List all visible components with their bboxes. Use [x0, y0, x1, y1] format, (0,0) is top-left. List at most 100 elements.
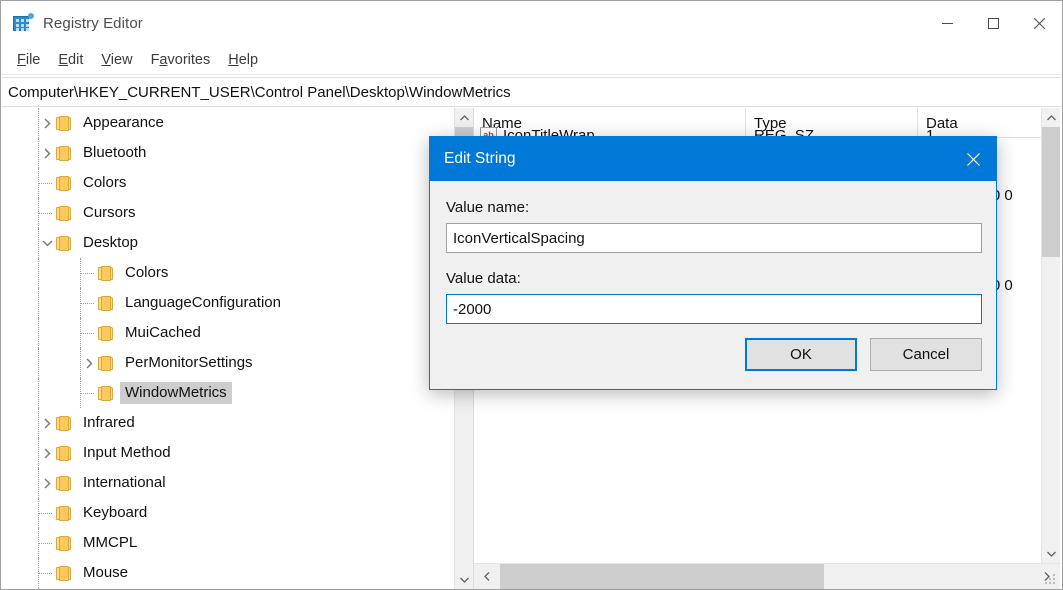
- title-bar: Registry Editor: [1, 1, 1062, 45]
- tree-item-windowmetrics[interactable]: WindowMetrics: [2, 378, 455, 408]
- cancel-button[interactable]: Cancel: [870, 338, 982, 371]
- tree-item-label: MuiCached: [125, 324, 201, 341]
- menu-file[interactable]: File: [8, 49, 49, 71]
- value-data-label: Value data:: [446, 270, 521, 287]
- registry-path: Computer\HKEY_CURRENT_USER\Control Panel…: [8, 83, 511, 101]
- folder-icon: [56, 445, 72, 461]
- tree-item-label: Bluetooth: [83, 144, 147, 161]
- dialog-body: Value name: IconVerticalSpacing Value da…: [430, 181, 996, 324]
- chevron-right-icon[interactable]: [38, 114, 56, 132]
- chevron-right-icon[interactable]: [80, 354, 98, 372]
- tree-item-infrared[interactable]: Infrared: [2, 408, 455, 438]
- menu-file-rest: ile: [25, 51, 41, 68]
- tree-item-label: MMCPL: [83, 534, 138, 551]
- chevron-right-icon[interactable]: [38, 444, 56, 462]
- value-name-label: Value name:: [446, 199, 530, 216]
- folder-icon: [56, 235, 72, 251]
- menu-bar: File Edit View Favorites Help: [1, 45, 1062, 75]
- folder-icon: [98, 295, 114, 311]
- close-button[interactable]: [1016, 1, 1062, 45]
- menu-edit-rest: dit: [68, 51, 84, 68]
- tree-item-appearance[interactable]: Appearance: [2, 108, 455, 138]
- tree-item-desktop[interactable]: Desktop: [2, 228, 455, 258]
- folder-icon: [56, 115, 72, 131]
- list-vertical-scrollbar[interactable]: [1041, 108, 1060, 563]
- folder-icon: [56, 415, 72, 431]
- address-bar[interactable]: Computer\HKEY_CURRENT_USER\Control Panel…: [2, 77, 1061, 107]
- registry-editor-window: Registry Editor File Edit View Favorites…: [0, 0, 1063, 590]
- menu-edit[interactable]: Edit: [49, 49, 92, 71]
- chevron-down-icon[interactable]: [38, 234, 56, 252]
- tree-item-international[interactable]: International: [2, 468, 455, 498]
- tree-guide-line: [38, 258, 39, 288]
- window-controls: [924, 1, 1062, 45]
- window-title: Registry Editor: [43, 14, 143, 32]
- folder-icon: [56, 205, 72, 221]
- folder-icon: [56, 535, 72, 551]
- tree-item-label: Infrared: [83, 414, 135, 431]
- tree-item-label: Keyboard: [83, 504, 148, 521]
- maximize-button[interactable]: [970, 1, 1016, 45]
- chevron-right-icon[interactable]: [38, 414, 56, 432]
- tree-item-label: Desktop: [83, 234, 139, 251]
- tree-item-permonitorsettings[interactable]: PerMonitorSettings: [2, 348, 455, 378]
- tree-item-muicached[interactable]: MuiCached: [2, 318, 455, 348]
- menu-help-rest: elp: [238, 51, 259, 68]
- dialog-title-bar: Edit String: [430, 137, 996, 181]
- chevron-right-icon[interactable]: [38, 144, 56, 162]
- list-horizontal-scrollbar[interactable]: [474, 563, 1060, 589]
- tree-item-mouse[interactable]: Mouse: [2, 558, 455, 588]
- tree-item-label: Cursors: [83, 204, 136, 221]
- chevron-right-icon[interactable]: [38, 474, 56, 492]
- folder-icon: [56, 145, 72, 161]
- dialog-buttons: OK Cancel: [745, 338, 982, 371]
- minimize-button[interactable]: [924, 1, 970, 45]
- tree-guide-line: [38, 318, 39, 348]
- ok-button[interactable]: OK: [745, 338, 857, 371]
- folder-icon: [56, 505, 72, 521]
- menu-help[interactable]: Help: [219, 49, 267, 71]
- list-scroll-left-arrow[interactable]: [474, 564, 500, 589]
- tree-scroll-up-arrow[interactable]: [455, 108, 473, 127]
- tree-item-keyboard[interactable]: Keyboard: [2, 498, 455, 528]
- tree-item-personalization[interactable]: Personalization: [2, 588, 455, 589]
- tree-item-input-method[interactable]: Input Method: [2, 438, 455, 468]
- registry-tree-pane: Appearance Bluetooth Colors Cursors Desktop C…: [2, 108, 474, 589]
- list-scroll-up-arrow[interactable]: [1042, 108, 1060, 127]
- menu-view[interactable]: View: [92, 49, 141, 71]
- tree-item-mmcpl[interactable]: MMCPL: [2, 528, 455, 558]
- menu-view-rest: iew: [110, 51, 133, 68]
- registry-tree[interactable]: Appearance Bluetooth Colors Cursors Desktop C…: [2, 108, 455, 589]
- tree-item-languageconfiguration[interactable]: LanguageConfiguration: [2, 288, 455, 318]
- resize-grip[interactable]: [1045, 574, 1057, 586]
- menu-favorites[interactable]: Favorites: [142, 49, 220, 71]
- value-name-input[interactable]: IconVerticalSpacing: [446, 223, 982, 253]
- tree-item-colors[interactable]: Colors: [2, 168, 455, 198]
- tree-item-label: International: [83, 474, 166, 491]
- tree-item-bluetooth[interactable]: Bluetooth: [2, 138, 455, 168]
- folder-icon: [56, 565, 72, 581]
- tree-guide-line: [38, 348, 39, 378]
- tree-item-label: LanguageConfiguration: [125, 294, 281, 311]
- folder-icon: [98, 325, 114, 341]
- tree-item-cursors[interactable]: Cursors: [2, 198, 455, 228]
- list-hscroll-thumb[interactable]: [500, 564, 824, 589]
- edit-string-dialog: Edit String Value name: IconVerticalSpac…: [429, 136, 997, 390]
- value-data-input[interactable]: -2000: [446, 294, 982, 324]
- tree-item-colors[interactable]: Colors: [2, 258, 455, 288]
- tree-item-label: Input Method: [83, 444, 171, 461]
- tree-item-label: Appearance: [83, 114, 164, 131]
- registry-editor-icon: [13, 13, 34, 33]
- tree-item-label: PerMonitorSettings: [125, 354, 253, 371]
- list-scroll-thumb[interactable]: [1042, 127, 1060, 257]
- tree-guide-line: [38, 378, 39, 408]
- tree-item-label: WindowMetrics: [120, 382, 232, 404]
- folder-icon: [56, 475, 72, 491]
- tree-item-label: Colors: [125, 264, 169, 281]
- tree-item-label: Mouse: [83, 564, 129, 581]
- dialog-close-button[interactable]: [950, 137, 996, 181]
- tree-guide-line: [38, 288, 39, 318]
- folder-icon: [98, 265, 114, 281]
- tree-scroll-down-arrow[interactable]: [455, 570, 473, 589]
- list-scroll-down-arrow[interactable]: [1042, 544, 1060, 563]
